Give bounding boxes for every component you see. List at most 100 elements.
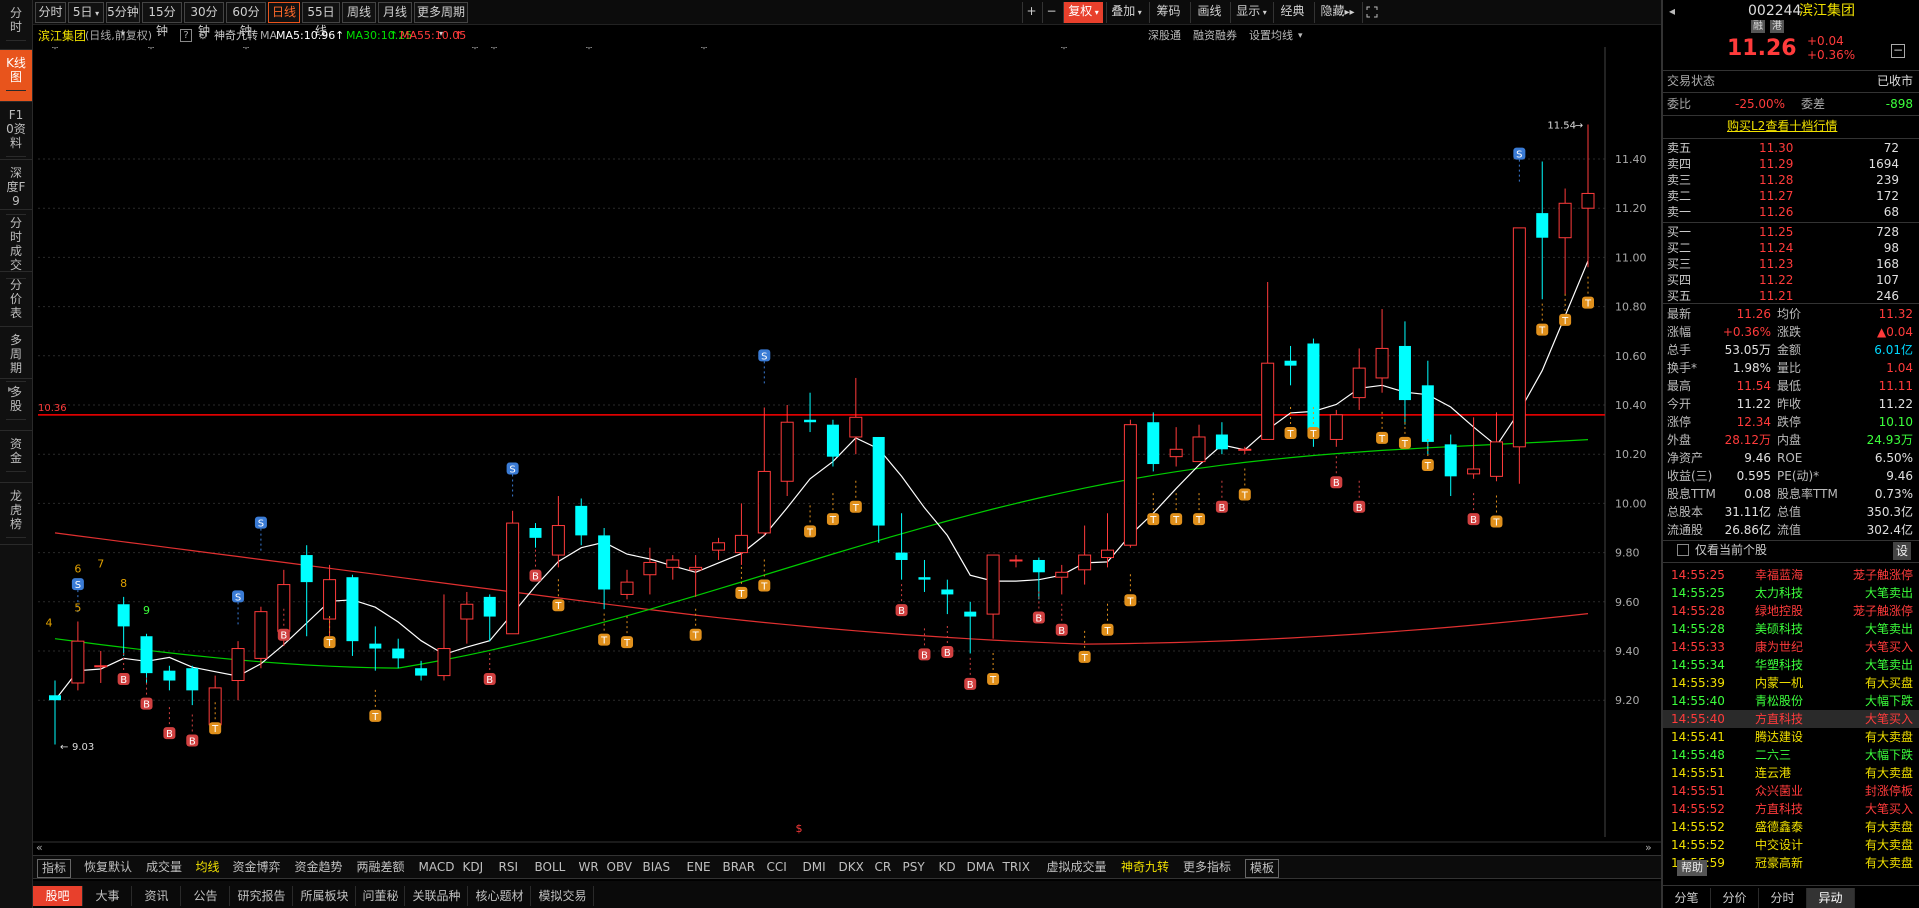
alert-row[interactable]: 14:55:40 方直科技 大笔买入	[1663, 710, 1919, 728]
bottom-tab[interactable]: 关联品种	[406, 886, 468, 906]
candle[interactable]	[1512, 227, 1526, 484]
candle[interactable]	[1352, 348, 1366, 410]
candle[interactable]	[1444, 434, 1457, 497]
set-ma-button[interactable]: 设置均线	[1249, 25, 1293, 47]
event-star-icon[interactable]: *	[701, 47, 708, 57]
trend-signal-badge[interactable]: T	[1582, 276, 1594, 310]
event-star-icon[interactable]: *	[52, 47, 59, 57]
fullscreen-icon[interactable]	[1362, 2, 1380, 23]
left-tab-7[interactable]: 多股	[0, 379, 32, 431]
indicator-tab[interactable]: 指标	[37, 859, 72, 878]
trend-signal-badge[interactable]: T	[1490, 495, 1503, 529]
sell-signal-badge[interactable]: S	[1513, 147, 1526, 182]
trend-signal-badge[interactable]: T	[689, 608, 702, 642]
candle[interactable]	[1284, 345, 1297, 386]
indicator-tab[interactable]: 恢复默认	[84, 859, 132, 876]
candle[interactable]	[918, 559, 931, 592]
alert-row[interactable]: 14:55:34 华塑科技 大笔卖出	[1663, 656, 1919, 674]
period-button-1[interactable]: 5日 ▾	[68, 2, 104, 23]
indicator-tab[interactable]: 成交量	[146, 859, 182, 876]
candle[interactable]	[1055, 564, 1069, 595]
trend-signal-badge[interactable]: T	[826, 493, 839, 526]
indicator-tab[interactable]: 两融差额	[357, 859, 405, 876]
settings-button[interactable]: 设	[1893, 542, 1911, 560]
alert-row[interactable]: 14:55:51 众兴菌业 封涨停板	[1663, 782, 1919, 800]
l2-upgrade-link[interactable]: 购买L2查看十档行情	[1727, 117, 1837, 135]
period-button-0[interactable]: 分时	[35, 2, 66, 23]
trend-signal-badge[interactable]: T	[552, 579, 565, 612]
indicator-tab[interactable]: OBV	[607, 859, 633, 876]
display-button[interactable]: 显示 ▾	[1230, 2, 1272, 23]
buy-signal-badge[interactable]: B	[918, 628, 931, 661]
trend-signal-badge[interactable]: T	[1078, 630, 1091, 664]
candle[interactable]	[643, 547, 657, 595]
indicator-tab[interactable]: BRAR	[723, 859, 756, 876]
indicator-tab[interactable]: ENE	[687, 859, 711, 876]
alert-row[interactable]: 14:55:41 腾达建设 有大卖盘	[1663, 728, 1919, 746]
candle[interactable]	[140, 633, 153, 683]
candle[interactable]	[506, 510, 520, 635]
trend-signal-badge[interactable]: T	[598, 613, 611, 647]
margin-link[interactable]: 融资融券	[1193, 25, 1237, 47]
candle[interactable]	[323, 564, 337, 637]
candle[interactable]	[1261, 282, 1275, 440]
alert-row[interactable]: 14:55:28 绿地控股 茏子触涨停	[1663, 602, 1919, 620]
bottom-tab[interactable]: 所属板块	[294, 886, 356, 906]
event-star-icon[interactable]: *	[243, 47, 250, 57]
candle[interactable]	[1192, 424, 1206, 463]
candle[interactable]	[437, 594, 451, 681]
overlay-button[interactable]: 叠加 ▾	[1106, 2, 1146, 23]
trend-signal-badge[interactable]: T	[1147, 493, 1160, 526]
depth-link[interactable]: 深股通	[1148, 25, 1181, 47]
trend-signal-badge[interactable]: T	[1193, 493, 1206, 526]
buy-signal-badge[interactable]: B	[1330, 456, 1343, 489]
candle[interactable]	[94, 651, 108, 683]
bottom-tab[interactable]: 问董秘	[357, 886, 405, 906]
indicator-tab[interactable]: 虚拟成交量	[1047, 859, 1107, 876]
sell-signal-badge[interactable]: S	[232, 590, 245, 625]
candle[interactable]	[895, 513, 908, 580]
alert-row[interactable]: 14:55:25 幸福蓝海 茏子触涨停	[1663, 566, 1919, 584]
candle[interactable]	[1169, 427, 1183, 467]
alert-row[interactable]: 14:55:33 康为世纪 大笔买入	[1663, 638, 1919, 656]
candle[interactable]	[1375, 309, 1389, 393]
candle[interactable]	[163, 665, 176, 691]
left-tab-0[interactable]: 分时	[0, 0, 32, 50]
indicator-tab[interactable]: BOLL	[535, 859, 566, 876]
indicator-tab[interactable]: 神奇九转	[1121, 859, 1169, 876]
candle[interactable]	[231, 641, 245, 701]
candle[interactable]	[369, 626, 382, 671]
candle[interactable]	[1581, 124, 1595, 268]
hide-button[interactable]: 隐藏▸▸	[1314, 2, 1360, 23]
candle[interactable]	[1467, 417, 1481, 479]
event-star-icon[interactable]: *	[472, 47, 479, 57]
alert-row[interactable]: 14:55:51 连云港 有大卖盘	[1663, 764, 1919, 782]
trend-signal-badge[interactable]: T	[1101, 603, 1114, 637]
trend-signal-badge[interactable]: T	[1170, 493, 1183, 526]
alert-row[interactable]: 14:55:52 中交设计 有大卖盘	[1663, 836, 1919, 854]
candle[interactable]	[1078, 525, 1092, 585]
buy-signal-badge[interactable]: B	[941, 625, 954, 659]
event-star-icon[interactable]: *	[491, 47, 498, 57]
trend-signal-badge[interactable]: T	[987, 653, 1000, 686]
trend-signal-badge[interactable]: T	[1284, 407, 1297, 440]
candle[interactable]	[826, 419, 839, 467]
period-button-9[interactable]: 月线	[378, 2, 412, 23]
collapse-arrow-icon[interactable]: ▸	[8, 384, 13, 395]
indicator-tab[interactable]: PSY	[903, 859, 925, 876]
indicator-tab[interactable]: CR	[875, 859, 892, 876]
indicator-tab[interactable]: DKX	[839, 859, 864, 876]
left-tab-2[interactable]: F10资料	[0, 102, 32, 160]
trend-signal-badge[interactable]: T	[1559, 293, 1572, 327]
trend-signal-badge[interactable]: T	[804, 505, 817, 538]
left-tab-1[interactable]: K线图	[0, 50, 32, 102]
buy-signal-badge[interactable]: B	[1215, 480, 1228, 514]
indicator-tab[interactable]: CCI	[767, 859, 787, 876]
period-button-3[interactable]: 15分钟	[142, 2, 182, 38]
candle[interactable]	[529, 523, 542, 548]
indicator-tab[interactable]: 资金博弈	[233, 859, 281, 876]
candle[interactable]	[1329, 409, 1343, 447]
candle[interactable]	[689, 555, 703, 597]
indicator-tab[interactable]: KDJ	[463, 859, 484, 876]
candle[interactable]	[804, 392, 817, 433]
